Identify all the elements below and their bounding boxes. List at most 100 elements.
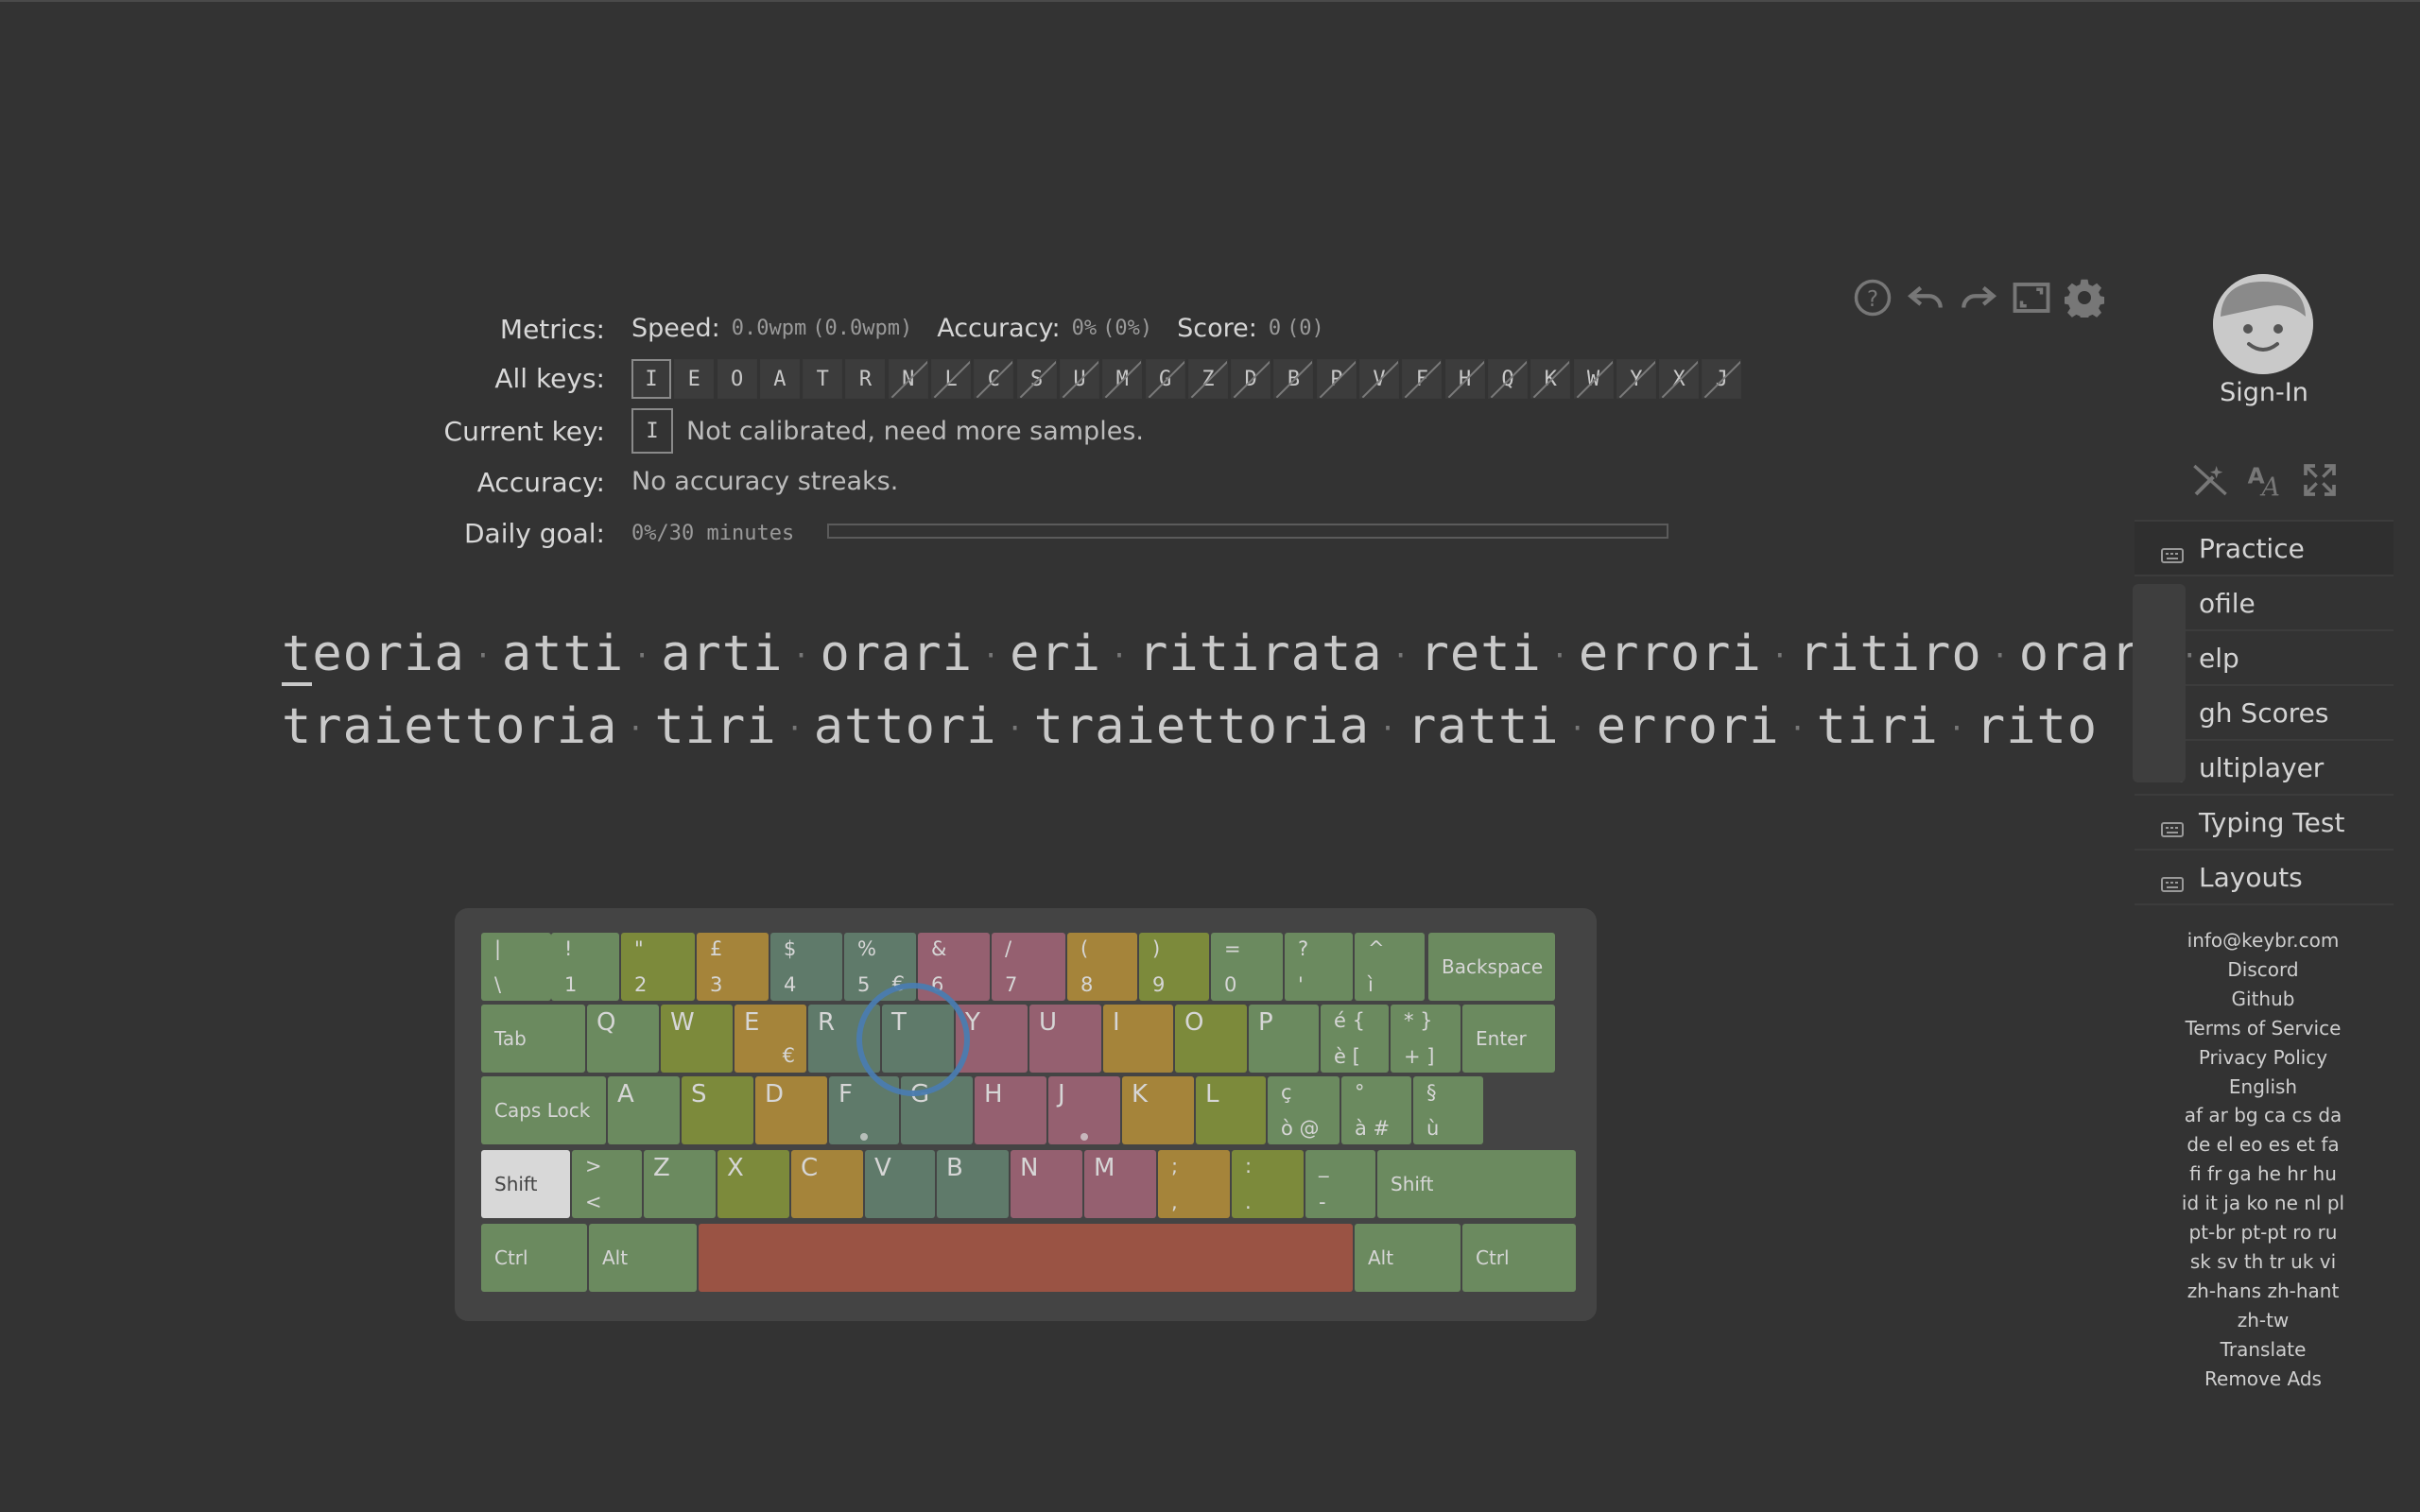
practice-word: attori — [813, 698, 997, 755]
key-q: Q — [587, 1005, 659, 1073]
space-marker: · — [982, 640, 1001, 673]
key-stat-w[interactable]: W — [1573, 359, 1614, 399]
avatar[interactable] — [2213, 274, 2313, 374]
expand-icon[interactable] — [2301, 461, 2339, 499]
speed-label: Speed: — [631, 314, 720, 343]
key-: * } + ] — [1391, 1005, 1461, 1073]
key-stat-v[interactable]: V — [1359, 359, 1400, 399]
key-stat-r[interactable]: R — [845, 359, 886, 399]
footer-link[interactable]: Translate — [2161, 1335, 2365, 1365]
key-shift-label: ^ — [1368, 937, 1385, 960]
practice-word: ritirata — [1138, 626, 1383, 682]
key-stat-j[interactable]: J — [1702, 359, 1742, 399]
key-base-label: è [ — [1334, 1045, 1360, 1068]
key-shift-label: % — [857, 937, 876, 960]
key-stat-k[interactable]: K — [1530, 359, 1571, 399]
key-base-label: ' — [1298, 973, 1304, 996]
footer-link[interactable]: pt-br pt-pt ro ru — [2161, 1218, 2365, 1247]
key-stat-t[interactable]: T — [803, 359, 843, 399]
help-button[interactable]: ? — [1851, 276, 1894, 319]
key-label: B — [946, 1154, 963, 1182]
key-7: /7 — [992, 933, 1065, 1001]
key-stat-e[interactable]: E — [674, 359, 715, 399]
footer-link[interactable]: Discord — [2161, 955, 2365, 985]
sidebar-item-practice[interactable]: Practice — [2135, 520, 2394, 575]
key-stat-g[interactable]: G — [1145, 359, 1185, 399]
key-x: X — [717, 1150, 789, 1218]
space-marker: · — [474, 640, 493, 673]
key-i: I — [1103, 1005, 1173, 1073]
key-space — [699, 1224, 1353, 1292]
key-base-label: 5 — [857, 973, 871, 996]
footer-link[interactable]: de el eo es et fa — [2161, 1130, 2365, 1160]
key-stat-i[interactable]: I — [631, 359, 671, 399]
key-stat-q[interactable]: Q — [1487, 359, 1528, 399]
key-shift-label: & — [931, 937, 947, 960]
key-stat-f[interactable]: F — [1402, 359, 1443, 399]
key-altgr-label: € — [782, 1044, 795, 1067]
key-label: N — [1020, 1154, 1039, 1182]
current-key-label: Current key: — [443, 416, 605, 447]
key-shift-label: ç — [1281, 1081, 1292, 1104]
magic-wand-icon[interactable] — [2191, 461, 2229, 499]
key-stat-b[interactable]: B — [1273, 359, 1314, 399]
key-stat-c[interactable]: C — [974, 359, 1014, 399]
footer-link[interactable]: af ar bg ca cs da — [2161, 1101, 2365, 1130]
key-stat-s[interactable]: S — [1016, 359, 1057, 399]
footer-link[interactable]: Privacy Policy — [2161, 1043, 2365, 1073]
key-stat-l[interactable]: L — [931, 359, 972, 399]
footer-link[interactable]: Remove Ads — [2161, 1365, 2365, 1394]
sign-in-link[interactable]: Sign-In — [2203, 378, 2325, 407]
key-stat-d[interactable]: D — [1231, 359, 1271, 399]
key-shift-label: £ — [710, 937, 723, 960]
key-shift-label: $ — [784, 937, 797, 960]
key-stat-z[interactable]: Z — [1187, 359, 1228, 399]
footer-link[interactable]: Github — [2161, 985, 2365, 1014]
key-label: Shift — [1391, 1173, 1434, 1195]
key-shift-label: : — [1245, 1155, 1253, 1177]
key-stat-a[interactable]: A — [759, 359, 800, 399]
key-stat-n[interactable]: N — [888, 359, 928, 399]
key-shift-label: > — [585, 1155, 602, 1177]
key-stat-h[interactable]: H — [1444, 359, 1485, 399]
sidebar-item-label: ofile — [2199, 587, 2256, 619]
home-key-bump — [860, 1133, 868, 1141]
fullscreen-button[interactable] — [2010, 276, 2053, 319]
key-stat-o[interactable]: O — [717, 359, 757, 399]
key-label: Backspace — [1442, 955, 1544, 978]
practice-text[interactable]: teoria · atti · arti · orari · eri · ritirata · reti… — [282, 619, 2198, 765]
footer-link[interactable]: Terms of Service — [2161, 1014, 2365, 1043]
footer-link[interactable]: zh-hans zh-hant — [2161, 1277, 2365, 1306]
key-b: B — [937, 1150, 1009, 1218]
key-stat-u[interactable]: U — [1059, 359, 1099, 399]
font-size-icon[interactable]: AA — [2246, 461, 2284, 499]
svg-text:A: A — [2259, 473, 2280, 499]
key-stat-m[interactable]: M — [1102, 359, 1143, 399]
practice-word: atti — [501, 626, 625, 682]
all-keys-label: All keys: — [494, 363, 605, 394]
sidebar-item-layouts[interactable]: Layouts — [2135, 849, 2394, 905]
undo-button[interactable] — [1904, 276, 1947, 319]
score-paren: (0) — [1287, 317, 1324, 340]
key-caps-lock: Caps Lock — [481, 1076, 606, 1144]
key-shift-label: / — [1005, 937, 1012, 960]
footer-link[interactable]: fi fr ga he hr hu — [2161, 1160, 2365, 1189]
current-key-box: I — [631, 408, 673, 454]
key-stat-y[interactable]: Y — [1616, 359, 1656, 399]
key-p: P — [1249, 1005, 1319, 1073]
footer-link[interactable]: English — [2161, 1073, 2365, 1102]
footer-link[interactable]: sk sv th tr uk vi — [2161, 1247, 2365, 1277]
footer-link[interactable]: id it ja ko ne nl pl — [2161, 1189, 2365, 1218]
footer-link[interactable]: zh-tw — [2161, 1306, 2365, 1335]
redo-button[interactable] — [1957, 276, 2000, 319]
key-j: J — [1048, 1076, 1120, 1144]
footer-link[interactable]: info@keybr.com — [2161, 926, 2365, 955]
accuracy-paren: (0%) — [1102, 317, 1153, 340]
key-: :. — [1232, 1150, 1304, 1218]
key-stat-x[interactable]: X — [1659, 359, 1700, 399]
sidebar-item-typing-test[interactable]: Typing Test — [2135, 794, 2394, 849]
settings-button[interactable] — [2063, 276, 2106, 319]
practice-word: tiri — [654, 698, 777, 755]
key-stat-p[interactable]: P — [1316, 359, 1357, 399]
sidebar-item-label: gh Scores — [2199, 696, 2329, 729]
